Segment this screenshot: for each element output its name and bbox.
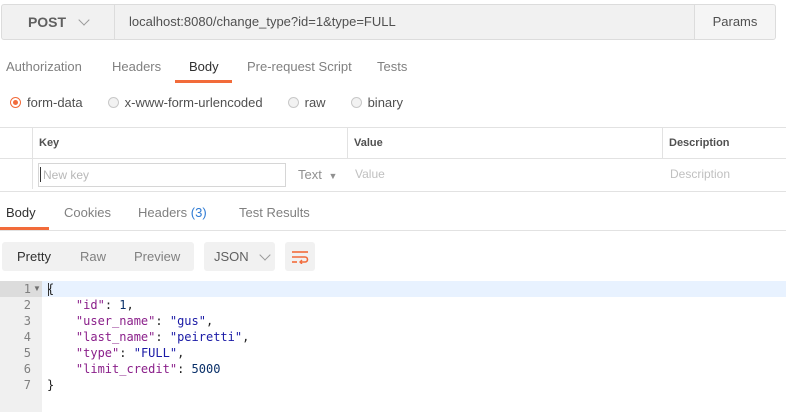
code-line: "user_name": "gus",: [75, 314, 214, 328]
text-cursor: [40, 167, 41, 182]
line-number: 5: [23, 346, 31, 360]
radio-unselected-icon[interactable]: [287, 97, 299, 108]
json-value: 1: [119, 298, 127, 312]
format-label: JSON: [214, 249, 249, 264]
value-input[interactable]: Value: [355, 167, 385, 181]
radio-x-www-form-urlencoded[interactable]: x-www-form-urlencoded: [107, 95, 263, 110]
chevron-down-icon: [259, 248, 271, 261]
description-column-header: Description: [669, 137, 730, 149]
json-value: "peiretti": [169, 330, 243, 344]
json-value: "FULL": [133, 346, 178, 360]
wrap-lines-icon: [292, 250, 309, 264]
url-input[interactable]: localhost:8080/change_type?id=1&type=FUL…: [115, 4, 695, 40]
active-line-highlight: [42, 281, 786, 297]
value-column-header: Value: [354, 137, 383, 149]
method-label: POST: [27, 14, 67, 30]
tab-pre-request-script[interactable]: Pre-request Script: [247, 59, 352, 74]
json-key: "id": [75, 298, 105, 312]
tab-tests[interactable]: Tests: [377, 59, 407, 74]
line-number: 2: [23, 298, 31, 312]
json-key: "user_name": [75, 314, 156, 328]
chevron-down-icon: [78, 14, 90, 26]
line-number: 6: [23, 362, 31, 376]
tab-authorization[interactable]: Authorization: [6, 59, 82, 74]
column-divider: [32, 128, 33, 189]
params-button[interactable]: Params: [694, 4, 776, 40]
radio-label: x-www-form-urlencoded: [124, 95, 263, 110]
radio-form-data[interactable]: form-data: [10, 95, 83, 110]
line-number: 3: [23, 314, 31, 328]
tab-body[interactable]: Body: [189, 59, 219, 74]
json-value: "gus": [169, 314, 206, 328]
caret-down-icon: ▼: [328, 171, 338, 181]
response-tab-body[interactable]: Body: [6, 205, 36, 220]
key-column-header: Key: [39, 137, 60, 149]
radio-unselected-icon[interactable]: [107, 97, 119, 108]
column-divider: [347, 128, 348, 158]
response-tab-test-results[interactable]: Test Results: [239, 205, 310, 220]
headers-count-badge: (3): [190, 205, 207, 220]
response-tab-headers[interactable]: Headers (3): [138, 205, 207, 220]
radio-label: binary: [367, 95, 403, 110]
raw-button[interactable]: Raw: [80, 249, 106, 264]
code-line: }: [47, 377, 54, 393]
json-key: "type": [75, 346, 120, 360]
radio-label: form-data: [27, 95, 83, 110]
line-number: 7: [23, 378, 31, 392]
description-input[interactable]: Description: [670, 167, 730, 181]
code-line: "last_name": "peiretti",: [75, 330, 250, 344]
new-key-input[interactable]: New key: [38, 163, 286, 187]
param-type-dropdown[interactable]: Text ▼: [298, 167, 337, 182]
wrap-lines-button[interactable]: [285, 242, 315, 271]
active-tab-indicator: [175, 80, 232, 83]
code-line: "type": "FULL",: [75, 346, 185, 360]
radio-selected-icon[interactable]: [10, 97, 21, 108]
line-number: 4: [23, 330, 31, 344]
radio-raw[interactable]: raw: [287, 95, 326, 110]
response-tab-headers-label: Headers: [138, 205, 188, 220]
radio-unselected-icon[interactable]: [350, 97, 362, 108]
column-divider: [662, 128, 663, 158]
radio-label: raw: [304, 95, 326, 110]
close-brace: }: [47, 378, 55, 392]
code-line: "limit_credit": 5000: [75, 362, 221, 376]
json-value: 5000: [191, 362, 221, 376]
fold-arrow-icon[interactable]: ▼: [33, 281, 41, 297]
tab-headers[interactable]: Headers: [112, 59, 161, 74]
response-tab-cookies[interactable]: Cookies: [64, 205, 111, 220]
code-line: "id": 1,: [75, 298, 134, 312]
pretty-button[interactable]: Pretty: [17, 249, 51, 264]
json-key: "limit_credit": [75, 362, 178, 376]
body-type-radio-group: form-data x-www-form-urlencoded raw bina…: [10, 95, 428, 110]
format-dropdown[interactable]: JSON: [204, 242, 275, 271]
param-type-label: Text: [298, 167, 322, 182]
line-number: 1: [23, 282, 31, 296]
preview-button[interactable]: Preview: [134, 249, 180, 264]
radio-binary[interactable]: binary: [350, 95, 403, 110]
text-cursor: [48, 283, 49, 296]
divider: [0, 230, 786, 231]
json-key: "last_name": [75, 330, 156, 344]
method-dropdown[interactable]: POST: [1, 4, 115, 40]
